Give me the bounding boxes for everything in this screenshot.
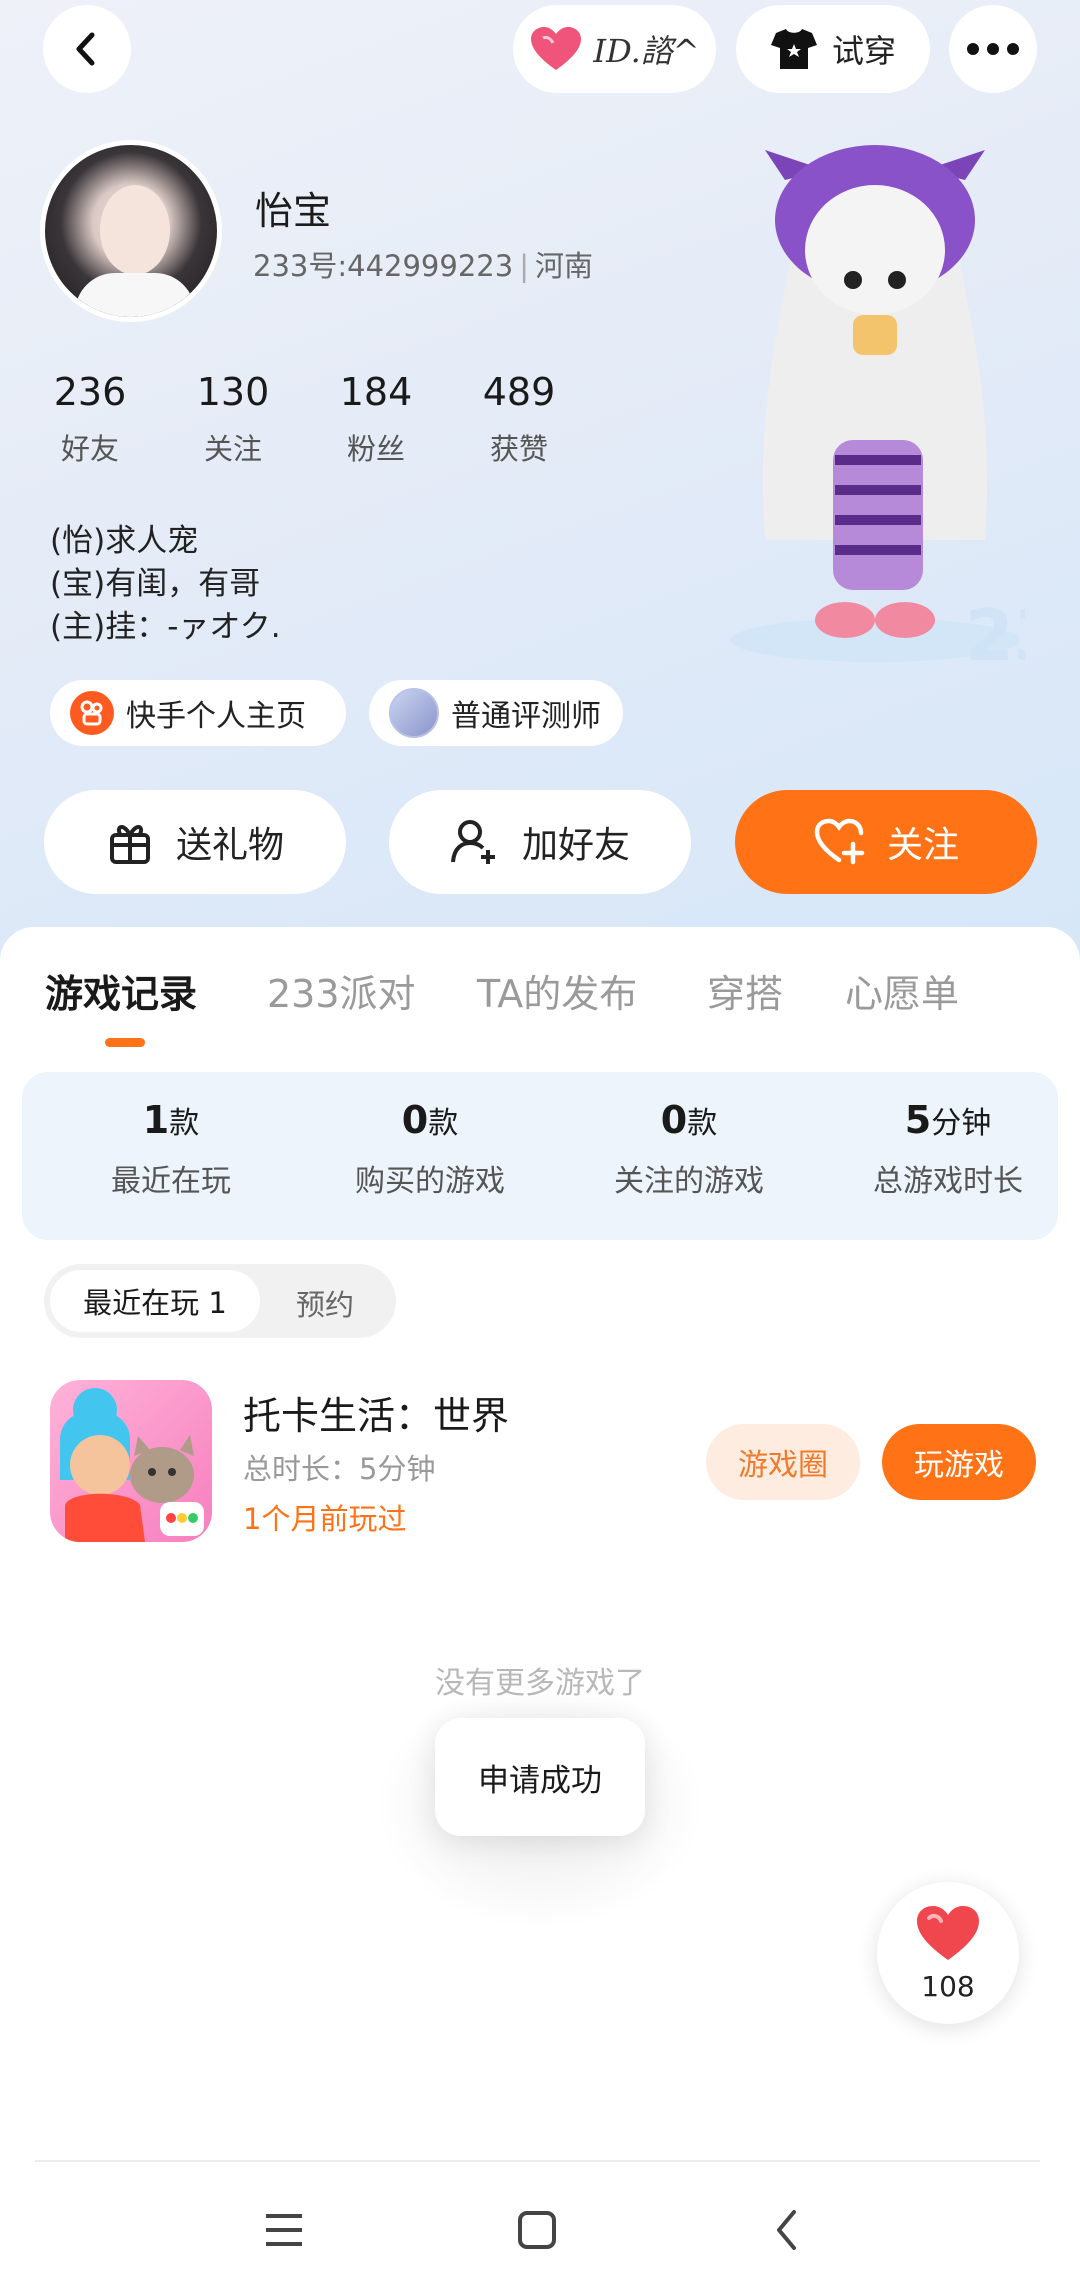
game-stats-card: 1款 最近在玩 0款 购买的游戏 0款 关注的游戏 5分钟 总游戏时长 xyxy=(22,1072,1058,1240)
bio: (怡)求人宠 (宝)有闺，有哥 (主)挂：-ァオク. xyxy=(50,520,281,649)
play-game-button[interactable]: 玩游戏 xyxy=(882,1424,1036,1500)
try-on-label: 试穿 xyxy=(831,32,896,70)
more-dots-icon xyxy=(967,43,1019,55)
game-stat-label: 购买的游戏 xyxy=(355,1164,505,1199)
game-title[interactable]: 托卡生活：世界 xyxy=(243,1385,509,1440)
chevron-left-icon xyxy=(777,2210,796,2250)
tag-label: 快手个人主页 xyxy=(126,699,306,734)
username: 怡宝 xyxy=(255,189,332,233)
stat-value: 236 xyxy=(53,370,127,414)
avatar-face xyxy=(100,185,170,275)
menu-nav-button[interactable] xyxy=(254,2200,314,2260)
add-friend-label: 加好友 xyxy=(521,825,630,866)
send-gift-label: 送礼物 xyxy=(175,825,284,866)
game-stat-label: 关注的游戏 xyxy=(614,1164,764,1199)
bio-line: (怡)求人宠 xyxy=(50,523,199,559)
home-nav-button[interactable] xyxy=(507,2200,567,2260)
game-stat-purchased[interactable]: 0款 购买的游戏 xyxy=(320,1098,540,1200)
stat-label: 粉丝 xyxy=(346,432,405,466)
heart-icon xyxy=(531,27,582,70)
back-nav-button[interactable] xyxy=(757,2200,817,2260)
bio-line: (宝)有闺，有哥 xyxy=(50,566,261,602)
try-on-button[interactable]: 试穿 xyxy=(736,5,930,93)
heart-plus-icon xyxy=(814,818,865,865)
game-stat-value: 0 xyxy=(401,1098,429,1142)
game-icon[interactable] xyxy=(50,1380,212,1542)
stat-label: 关注 xyxy=(203,432,262,466)
avatar-character-illustration[interactable]: 233 xyxy=(725,140,1025,680)
add-friend-button[interactable]: 加好友 xyxy=(389,790,691,894)
id-chip-label: ID.諮^ xyxy=(593,32,700,70)
stat-value: 489 xyxy=(482,370,556,414)
tab-wishlist[interactable]: 心愿单 xyxy=(845,963,959,1018)
like-count: 108 xyxy=(921,1970,975,2003)
game-stat-unit: 款 xyxy=(169,1106,200,1141)
id-chip[interactable]: ID.諮^ xyxy=(513,5,716,93)
stat-value: 184 xyxy=(339,370,413,414)
tab-posts[interactable]: TA的发布 xyxy=(477,963,637,1018)
account-id-line: 233号:442999223 | 河南 xyxy=(253,249,593,283)
game-stat-value: 1 xyxy=(142,1098,170,1142)
tshirt-icon xyxy=(770,29,817,69)
location: 河南 xyxy=(534,249,593,283)
bottom-divider xyxy=(35,2160,1040,2162)
more-button[interactable] xyxy=(949,5,1037,93)
kuaishou-profile-tag[interactable]: 快手个人主页 xyxy=(50,680,346,746)
kuaishou-icon xyxy=(70,691,114,735)
game-stat-recent[interactable]: 1款 最近在玩 xyxy=(61,1098,281,1200)
back-button[interactable] xyxy=(43,5,131,93)
stat-likes[interactable]: 489 获赞 xyxy=(459,370,579,468)
stat-following[interactable]: 130 关注 xyxy=(173,370,293,468)
segment-recent-playing[interactable]: 最近在玩 1 xyxy=(50,1270,260,1332)
game-stat-label: 总游戏时长 xyxy=(873,1164,1023,1199)
gift-icon xyxy=(109,825,150,864)
stat-fans[interactable]: 184 粉丝 xyxy=(316,370,436,468)
reviewer-badge-icon xyxy=(389,688,439,738)
home-square-icon xyxy=(518,2211,556,2249)
game-stat-value: 5 xyxy=(904,1098,932,1142)
game-stat-value: 0 xyxy=(660,1098,688,1142)
stat-value: 130 xyxy=(196,370,270,414)
active-tab-indicator xyxy=(105,1038,145,1047)
svg-text:233: 233 xyxy=(965,595,1025,677)
game-stat-unit: 款 xyxy=(428,1106,459,1141)
reviewer-badge-tag[interactable]: 普通评测师 xyxy=(369,680,623,746)
tag-label: 普通评测师 xyxy=(451,699,601,734)
chevron-left-icon xyxy=(76,32,95,66)
stat-label: 好友 xyxy=(60,432,119,466)
tab-outfits[interactable]: 穿搭 xyxy=(707,963,783,1018)
game-art xyxy=(60,1388,204,1542)
stat-label: 获赞 xyxy=(489,432,548,466)
tab-233-party[interactable]: 233派对 xyxy=(267,963,416,1018)
game-stat-followed[interactable]: 0款 关注的游戏 xyxy=(579,1098,799,1200)
game-stat-unit: 分钟 xyxy=(931,1106,992,1141)
game-stat-unit: 款 xyxy=(687,1106,718,1141)
like-floating-button[interactable]: 108 xyxy=(877,1882,1019,2024)
game-stat-playtime[interactable]: 5分钟 总游戏时长 xyxy=(838,1098,1058,1200)
game-last-played: 1个月前玩过 xyxy=(243,1502,407,1536)
toast-message: 申请成功 xyxy=(435,1718,645,1836)
avatar[interactable] xyxy=(40,140,222,322)
game-duration: 总时长：5分钟 xyxy=(243,1452,436,1486)
game-list-segment: 最近在玩 1 预约 xyxy=(44,1264,396,1338)
follow-button[interactable]: 关注 xyxy=(735,790,1037,894)
add-user-icon xyxy=(450,820,495,864)
send-gift-button[interactable]: 送礼物 xyxy=(44,790,346,894)
segment-reserved[interactable]: 预约 xyxy=(296,1282,354,1324)
tab-game-records[interactable]: 游戏记录 xyxy=(45,963,197,1018)
profile-tabs: 游戏记录 233派对 TA的发布 穿搭 心愿单 xyxy=(0,955,1080,1035)
stat-friends[interactable]: 236 好友 xyxy=(30,370,150,468)
avatar-shirt xyxy=(75,273,195,317)
game-circle-button[interactable]: 游戏圈 xyxy=(706,1424,860,1500)
heart-icon xyxy=(917,1906,979,1960)
follow-label: 关注 xyxy=(886,825,959,866)
game-stat-label: 最近在玩 xyxy=(111,1164,231,1199)
bio-line: (主)挂：-ァオク. xyxy=(50,609,281,645)
menu-icon xyxy=(266,2214,302,2246)
account-id: 233号:442999223 xyxy=(253,249,514,283)
